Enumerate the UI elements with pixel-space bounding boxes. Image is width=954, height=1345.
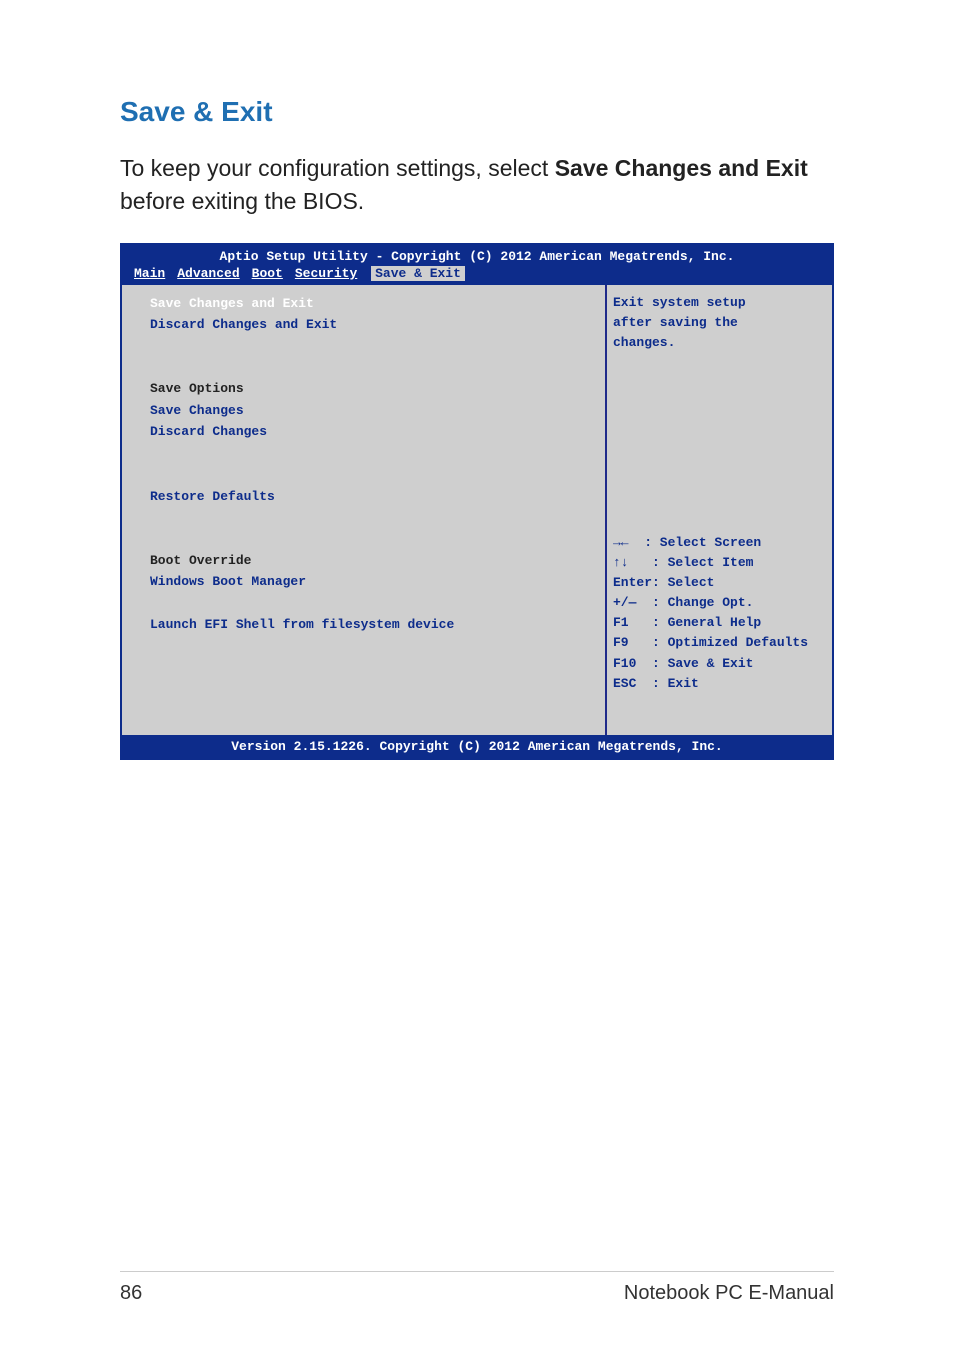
bios-footer: Version 2.15.1226. Copyright (C) 2012 Am… — [122, 735, 832, 758]
doc-title: Notebook PC E-Manual — [624, 1282, 834, 1305]
tab-advanced: Advanced — [171, 266, 245, 281]
section-heading: Save & Exit — [120, 96, 834, 128]
bios-help-text: Exit system setup after saving the chang… — [613, 293, 826, 533]
key-esc: ESC : Exit — [613, 674, 826, 694]
intro-pre: To keep your configuration settings, sel… — [120, 155, 555, 181]
key-f9: F9 : Optimized Defaults — [613, 633, 826, 653]
bios-key-hints: →← : Select Screen ↑↓ : Select Item Ente… — [613, 533, 826, 694]
tab-boot: Boot — [246, 266, 289, 281]
bios-screenshot: Aptio Setup Utility - Copyright (C) 2012… — [120, 243, 834, 761]
key-select-screen: →← : Select Screen — [613, 533, 826, 553]
item-windows-boot-manager: Windows Boot Manager — [150, 571, 595, 592]
key-change-opt: +/— : Change Opt. — [613, 593, 826, 613]
item-launch-efi: Launch EFI Shell from filesystem device — [150, 614, 595, 635]
tab-security: Security — [289, 266, 363, 281]
tab-save-exit: Save & Exit — [371, 266, 465, 281]
intro-bold: Save Changes and Exit — [555, 155, 808, 181]
group-save-options: Save Options — [150, 378, 595, 399]
key-f10: F10 : Save & Exit — [613, 654, 826, 674]
intro-paragraph: To keep your configuration settings, sel… — [120, 152, 834, 219]
page-number: 86 — [120, 1282, 142, 1305]
bios-tabs: MainAdvancedBootSecurity Save & Exit — [128, 264, 826, 281]
page-footer: 86 Notebook PC E-Manual — [120, 1271, 834, 1305]
help-line-1: Exit system setup — [613, 293, 826, 313]
group-boot-override: Boot Override — [150, 550, 595, 571]
bios-title: Aptio Setup Utility - Copyright (C) 2012… — [128, 249, 826, 264]
bios-header: Aptio Setup Utility - Copyright (C) 2012… — [122, 245, 832, 285]
key-enter: Enter: Select — [613, 573, 826, 593]
item-save-changes-exit: Save Changes and Exit — [150, 293, 595, 314]
bios-body: Save Changes and Exit Discard Changes an… — [122, 285, 832, 736]
item-restore-defaults: Restore Defaults — [150, 486, 595, 507]
item-discard-changes: Discard Changes — [150, 421, 595, 442]
bios-left-pane: Save Changes and Exit Discard Changes an… — [122, 285, 607, 736]
item-save-changes: Save Changes — [150, 400, 595, 421]
key-select-item: ↑↓ : Select Item — [613, 553, 826, 573]
help-line-3: changes. — [613, 333, 826, 353]
key-f1: F1 : General Help — [613, 613, 826, 633]
item-discard-changes-exit: Discard Changes and Exit — [150, 314, 595, 335]
bios-right-pane: Exit system setup after saving the chang… — [607, 285, 832, 736]
help-line-2: after saving the — [613, 313, 826, 333]
intro-post: before exiting the BIOS. — [120, 188, 364, 214]
tab-main: Main — [128, 266, 171, 281]
